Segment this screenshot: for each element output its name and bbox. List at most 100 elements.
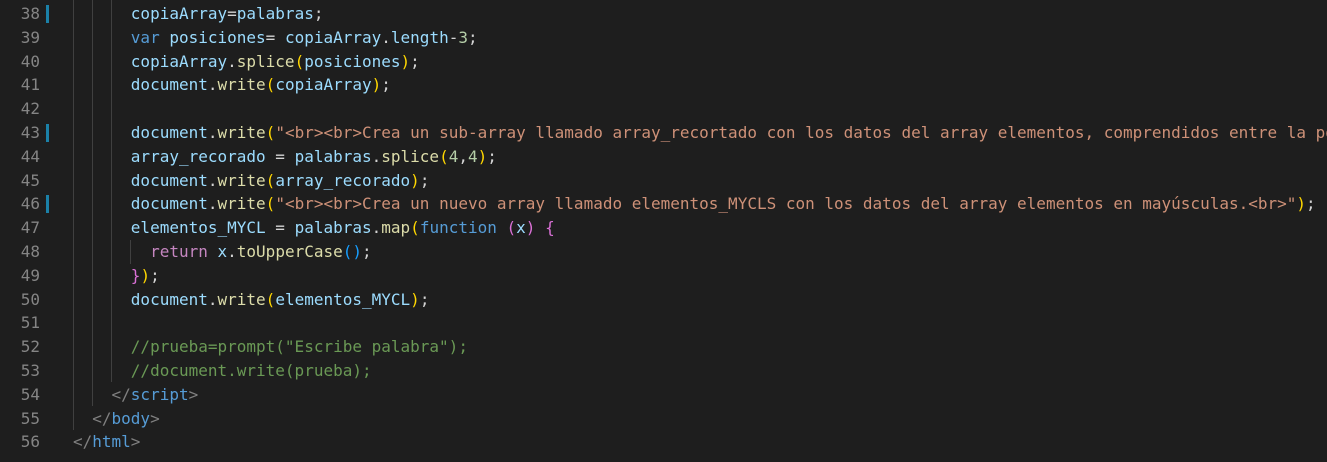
code-line[interactable]: 55 </body> xyxy=(0,407,1327,431)
code-token: ; xyxy=(419,170,430,190)
indentation xyxy=(73,409,92,428)
code-token: ; xyxy=(381,75,391,95)
code-line[interactable]: 43 document.write("<br><br>Crea un sub-a… xyxy=(0,121,1327,145)
code-line[interactable]: 39 var posiciones= copiaArray.length-3; xyxy=(0,26,1327,50)
code-line[interactable]: 53 //document.write(prueba); xyxy=(0,359,1327,383)
code-text: document.write(elementos_MYCL); xyxy=(73,288,430,312)
code-line[interactable]: 51 xyxy=(0,311,1327,335)
indentation xyxy=(73,171,131,190)
code-token: length xyxy=(390,27,449,47)
code-line[interactable]: 44 array_recorado = palabras.splice(4,4)… xyxy=(0,145,1327,169)
code-line[interactable]: 47 elementos_MYCL = palabras.map(functio… xyxy=(0,216,1327,240)
code-token: document xyxy=(130,289,208,309)
indentation xyxy=(73,75,131,94)
code-line[interactable]: 52 //prueba=prompt("Escribe palabra"); xyxy=(0,335,1327,359)
line-number: 44 xyxy=(20,146,40,166)
code-token: array_recorado xyxy=(275,170,411,190)
code-token: </ xyxy=(73,432,93,452)
code-token: ; xyxy=(410,51,420,71)
line-number: 55 xyxy=(20,408,40,428)
code-token: copiaArray xyxy=(275,75,372,95)
code-token: write xyxy=(217,289,266,309)
code-token: > xyxy=(188,384,199,404)
line-number: 56 xyxy=(20,432,40,452)
indentation xyxy=(73,52,131,71)
code-token: html xyxy=(92,432,131,452)
code-text: </script> xyxy=(73,383,199,407)
code-token: . xyxy=(207,170,218,190)
code-line[interactable]: 40 copiaArray.splice(posiciones); xyxy=(0,50,1327,74)
code-token: . xyxy=(227,51,237,71)
line-number: 40 xyxy=(20,51,40,71)
line-number: 43 xyxy=(20,123,40,142)
code-token: ( xyxy=(410,218,420,238)
code-token: ( xyxy=(265,289,276,309)
modified-line-indicator[interactable] xyxy=(46,195,49,214)
line-number: 46 xyxy=(20,194,40,214)
code-token: ) xyxy=(371,75,382,95)
code-token: ) xyxy=(352,242,363,261)
line-number: 50 xyxy=(20,289,40,309)
code-line[interactable]: 49 }); xyxy=(0,264,1327,288)
code-token: "<br><br>Crea un nuevo array llamado ele… xyxy=(275,194,1297,214)
code-token: ( xyxy=(265,75,276,95)
code-line[interactable]: 50 document.write(elementos_MYCL); xyxy=(0,288,1327,312)
indentation xyxy=(73,290,131,309)
code-text: document.write("<br><br>Crea un nuevo ar… xyxy=(73,192,1316,216)
code-text: </body> xyxy=(73,407,159,431)
code-text: array_recorado = palabras.splice(4,4); xyxy=(73,145,497,169)
code-token: ; xyxy=(313,4,324,23)
code-line[interactable]: 56 </html> xyxy=(0,430,1327,454)
code-token: ; xyxy=(419,289,430,309)
code-token: } xyxy=(130,265,141,285)
code-token: elementos_MYCL xyxy=(275,289,411,309)
indentation xyxy=(73,242,150,261)
code-token: . xyxy=(381,27,391,47)
line-number: 45 xyxy=(20,170,40,190)
code-line[interactable]: 41 document.write(copiaArray); xyxy=(0,73,1327,97)
code-text: //document.write(prueba); xyxy=(73,359,372,383)
code-token: = xyxy=(227,4,237,23)
code-line[interactable]: 45 document.write(array_recorado); xyxy=(0,169,1327,193)
code-token: ( xyxy=(294,51,305,71)
line-number: 41 xyxy=(20,75,40,95)
code-line[interactable]: 54 </script> xyxy=(0,383,1327,407)
line-number: 49 xyxy=(20,265,40,285)
code-editor[interactable]: 38 copiaArray=palabras; 39 var posiciones… xyxy=(0,0,1327,462)
code-token: copiaArray xyxy=(130,51,228,71)
code-line[interactable]: 48 return x.toUpperCase(); xyxy=(0,240,1327,264)
line-number: 52 xyxy=(20,337,40,357)
code-token: . xyxy=(207,194,218,214)
modified-line-indicator[interactable] xyxy=(46,5,49,23)
code-token: ) xyxy=(410,170,420,190)
code-text: copiaArray.splice(posiciones); xyxy=(73,50,420,74)
code-token: function xyxy=(419,218,497,238)
line-number: 39 xyxy=(20,27,40,47)
code-token: var xyxy=(130,27,160,47)
code-token: script xyxy=(130,384,189,404)
modified-line-indicator[interactable] xyxy=(46,124,49,142)
line-number: 48 xyxy=(20,242,40,261)
code-token: ; xyxy=(150,265,160,285)
code-line[interactable]: 38 copiaArray=palabras; xyxy=(0,2,1327,26)
code-token: - xyxy=(448,27,459,47)
code-token: . xyxy=(227,242,237,261)
code-text: </html> xyxy=(73,430,140,454)
code-token: ; xyxy=(487,146,497,166)
code-token: return xyxy=(150,242,208,261)
code-text: document.write(array_recorado); xyxy=(73,169,430,193)
code-token: . xyxy=(207,123,218,142)
code-token: </ xyxy=(111,384,131,404)
code-token: write xyxy=(217,123,266,142)
code-token: ) xyxy=(410,289,420,309)
code-line[interactable]: 42 xyxy=(0,97,1327,121)
code-token: , xyxy=(458,146,468,166)
code-token: x xyxy=(516,218,526,238)
code-token: = xyxy=(265,27,285,47)
code-text: elementos_MYCL = palabras.map(function (… xyxy=(73,216,555,240)
code-line[interactable]: 46 document.write("<br><br>Crea un nuevo… xyxy=(0,192,1327,216)
code-token: posiciones xyxy=(169,27,266,47)
code-token: ( xyxy=(265,123,276,142)
